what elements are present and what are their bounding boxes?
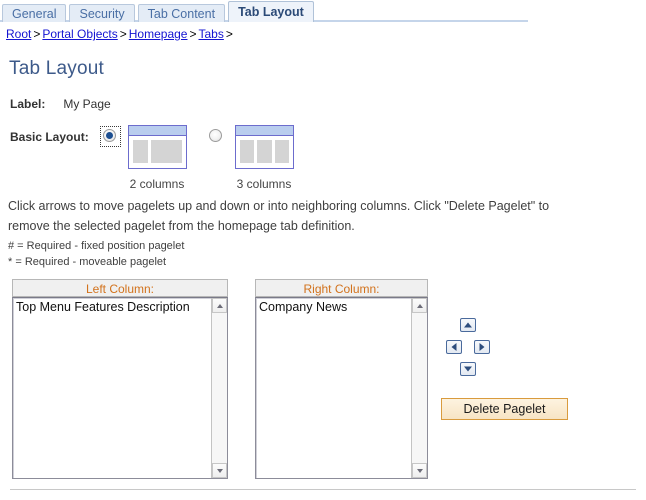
tab-list: General Security Tab Content Tab Layout: [2, 0, 317, 22]
scroll-up-icon[interactable]: [212, 298, 227, 313]
thumbnail-column: [257, 140, 272, 163]
thumbnail-body: [236, 136, 293, 168]
instructions-notes: # = Required - fixed position pagelet * …: [8, 238, 184, 270]
breadcrumb-link-tabs[interactable]: Tabs: [199, 27, 224, 41]
left-column-panel: Left Column: Top Menu Features Descripti…: [12, 279, 228, 479]
tab-strip: General Security Tab Content Tab Layout: [0, 0, 646, 22]
right-column-scrollbar[interactable]: [411, 298, 427, 478]
layout-caption-3columns: 3 columns: [236, 177, 292, 191]
delete-pagelet-button[interactable]: Delete Pagelet: [441, 398, 568, 420]
thumbnail-column: [150, 140, 182, 163]
tab-security[interactable]: Security: [69, 4, 135, 22]
arrow-right-icon[interactable]: [474, 340, 490, 354]
instructions-paragraph: Click arrows to move pagelets up and dow…: [8, 199, 550, 233]
page-title: Tab Layout: [9, 58, 104, 79]
scroll-up-icon[interactable]: [412, 298, 427, 313]
thumbnail-header-bar: [129, 126, 186, 136]
thumbnail-body: [129, 136, 186, 168]
label-row: Label: My Page: [10, 97, 111, 111]
breadcrumb-link-homepage[interactable]: Homepage: [129, 27, 188, 41]
breadcrumb-link-portal-objects[interactable]: Portal Objects: [42, 27, 117, 41]
pagelet-move-controls: [441, 318, 495, 378]
thumbnail-header-bar: [236, 126, 293, 136]
basic-layout-label: Basic Layout:: [10, 130, 89, 144]
radio-2columns[interactable]: [103, 129, 116, 142]
tab-general[interactable]: General: [2, 4, 67, 22]
radio-2columns-focus-ring: [100, 126, 121, 147]
note-moveable: * = Required - moveable pagelet: [8, 256, 167, 268]
right-column-panel: Right Column: Company News: [255, 279, 428, 479]
layout-caption-2columns: 2 columns: [129, 177, 185, 191]
breadcrumb-separator: >: [33, 27, 41, 41]
note-fixed-position: # = Required - fixed position pagelet: [8, 240, 185, 252]
radio-3columns[interactable]: [209, 129, 222, 142]
bottom-divider: [10, 489, 636, 490]
list-item[interactable]: Company News: [256, 298, 427, 314]
left-column-listbox[interactable]: Top Menu Features Description: [12, 297, 228, 479]
list-item[interactable]: Top Menu Features Description: [13, 298, 227, 314]
label-field-value: My Page: [63, 97, 111, 111]
breadcrumb-separator: >: [189, 27, 197, 41]
right-column-listbox[interactable]: Company News: [255, 297, 428, 479]
thumbnail-column: [274, 140, 289, 163]
breadcrumb-link-root[interactable]: Root: [6, 27, 31, 41]
breadcrumb: Root > Portal Objects > Homepage > Tabs >: [6, 27, 235, 41]
thumbnail-column: [240, 140, 255, 163]
scroll-down-icon[interactable]: [212, 463, 227, 478]
tab-tab-layout[interactable]: Tab Layout: [228, 1, 314, 22]
left-column-scrollbar[interactable]: [211, 298, 227, 478]
tab-tab-content[interactable]: Tab Content: [137, 4, 226, 22]
breadcrumb-separator: >: [119, 27, 127, 41]
arrow-down-icon[interactable]: [460, 362, 476, 376]
label-field-label: Label:: [10, 97, 46, 111]
scroll-down-icon[interactable]: [412, 463, 427, 478]
left-column-header: Left Column:: [12, 279, 228, 297]
layout-thumbnail-2columns[interactable]: [128, 125, 187, 169]
layout-thumbnail-3columns[interactable]: [235, 125, 294, 169]
thumbnail-column: [133, 140, 148, 163]
breadcrumb-separator-trailing: >: [225, 27, 233, 41]
arrow-left-icon[interactable]: [446, 340, 462, 354]
right-column-header: Right Column:: [255, 279, 428, 297]
arrow-up-icon[interactable]: [460, 318, 476, 332]
